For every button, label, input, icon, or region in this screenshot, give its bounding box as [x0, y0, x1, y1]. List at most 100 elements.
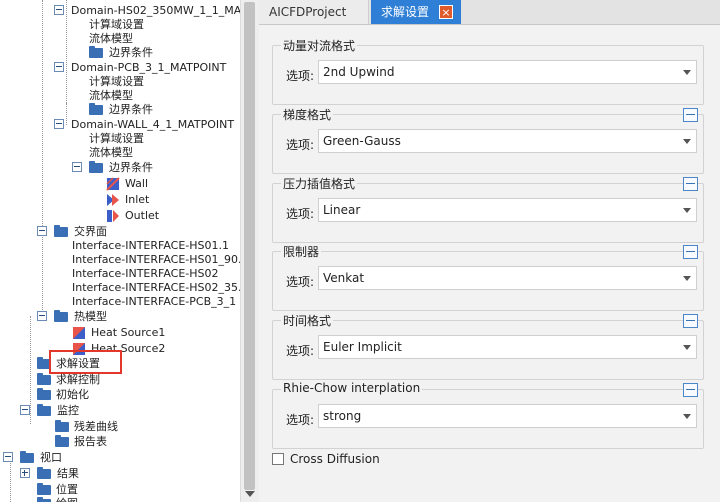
chevron-down-icon[interactable]: [683, 70, 691, 75]
expand-toggle-icon[interactable]: [20, 468, 30, 478]
panel-footer: [259, 496, 720, 502]
tree-item-label: Heat Source1: [91, 326, 166, 339]
tab-label: AICFDProject: [269, 5, 347, 19]
rhie-chow-select[interactable]: strong: [318, 404, 697, 428]
scroll-down-arrow-icon[interactable]: [245, 491, 255, 497]
select-value: Linear: [323, 203, 361, 217]
time-scheme-select[interactable]: Euler Implicit: [318, 335, 697, 359]
tab-label: 求解设置: [381, 5, 430, 19]
select-value: 2nd Upwind: [323, 65, 395, 79]
option-label: 选项:: [286, 275, 315, 289]
project-tree[interactable]: Domain-HS02_350MW_1_1_MA... 计算域设置 流体模型 边…: [0, 0, 240, 502]
option-label: 选项:: [286, 138, 315, 152]
close-icon[interactable]: ×: [439, 5, 453, 19]
group-title: 梯度格式: [281, 106, 334, 123]
gradient-scheme-select[interactable]: Green-Gauss: [318, 129, 697, 153]
collapse-toggle-icon[interactable]: [72, 162, 82, 172]
scrollbar-thumb[interactable]: [244, 2, 255, 490]
limiter-select[interactable]: Venkat: [318, 266, 697, 290]
tree-item-label: Inlet: [125, 193, 150, 206]
folder-icon: [55, 435, 69, 447]
select-value: strong: [323, 409, 362, 423]
tree-item-label: Outlet: [125, 209, 160, 222]
collapse-group-icon[interactable]: [683, 383, 698, 397]
group-title: 限制器: [281, 243, 322, 260]
inlet-boundary-icon: [107, 194, 119, 206]
folder-icon: [89, 161, 103, 173]
collapse-group-icon[interactable]: [683, 108, 698, 122]
collapse-group-icon[interactable]: [683, 177, 698, 191]
chevron-down-icon[interactable]: [683, 414, 691, 419]
folder-icon: [20, 451, 34, 463]
select-value: Green-Gauss: [323, 134, 401, 148]
folder-icon: [37, 388, 51, 400]
tree-item-label: Interface-INTERFACE-PCB_3_1: [72, 295, 237, 308]
tree-item-label: Wall: [125, 177, 149, 190]
collapse-group-icon[interactable]: [683, 314, 698, 328]
outlet-boundary-icon: [107, 210, 119, 222]
collapse-toggle-icon[interactable]: [37, 226, 47, 236]
collapse-toggle-icon[interactable]: [54, 119, 64, 129]
group-title: 时间格式: [281, 312, 334, 329]
checkbox-box[interactable]: [272, 453, 284, 465]
collapse-toggle-icon[interactable]: [20, 405, 30, 415]
checkbox-label: Cross Diffusion: [290, 452, 380, 466]
tree-item-label: 残差曲线: [74, 420, 118, 433]
group-title: 压力插值格式: [281, 175, 358, 192]
folder-icon: [54, 310, 68, 322]
collapse-group-icon[interactable]: [683, 245, 698, 259]
tree-guide: [66, 103, 67, 125]
option-label: 选项:: [286, 413, 315, 427]
pressure-interpolation-select[interactable]: Linear: [318, 198, 697, 222]
group-limiter: 限制器 选项: Venkat: [272, 243, 704, 311]
tree-item-label: 初始化: [56, 388, 89, 401]
tab-bar: AICFDProject 求解设置 ×: [259, 0, 720, 25]
momentum-scheme-select[interactable]: 2nd Upwind: [318, 60, 697, 84]
tree-item-label: 流体模型: [89, 146, 133, 159]
tree-guide: [30, 316, 31, 424]
collapse-toggle-icon[interactable]: [37, 311, 47, 321]
tree-item-label: 边界条件: [109, 46, 153, 59]
chevron-down-icon[interactable]: [683, 276, 691, 281]
group-gradient-scheme: 梯度格式 选项: Green-Gauss: [272, 106, 704, 174]
wall-boundary-icon: [106, 177, 120, 191]
folder-icon: [37, 404, 51, 416]
folder-icon: [37, 373, 51, 385]
option-label: 选项:: [286, 69, 315, 83]
tree-scrollbar[interactable]: [240, 0, 259, 502]
folder-icon: [89, 46, 103, 58]
folder-icon: [37, 467, 51, 479]
tree-item-label: 视口: [40, 451, 62, 464]
tree-item-label: 报告表: [74, 435, 107, 448]
tree-item-label: 边界条件: [109, 161, 153, 174]
tree-item-label: 热模型: [74, 310, 107, 323]
heat-source-icon: [73, 327, 85, 339]
tree-item-label: 监控: [57, 404, 79, 417]
tree-item-label: 绘图: [56, 496, 78, 502]
group-time-scheme: 时间格式 选项: Euler Implicit: [272, 312, 704, 380]
tab-solver-settings[interactable]: 求解设置 ×: [371, 0, 461, 24]
folder-icon: [54, 225, 68, 237]
tree-guide: [10, 456, 11, 502]
group-pressure-interpolation: 压力插值格式 选项: Linear: [272, 175, 704, 243]
option-label: 选项:: [286, 207, 315, 221]
folder-icon: [37, 483, 51, 495]
collapse-toggle-icon[interactable]: [54, 62, 64, 72]
chevron-down-icon[interactable]: [683, 208, 691, 213]
group-momentum-convection: 动量对流格式 选项: 2nd Upwind: [272, 37, 704, 105]
folder-icon: [55, 420, 69, 432]
tree-guide: [66, 0, 67, 103]
select-value: Venkat: [323, 271, 365, 285]
solver-settings-panel: AICFDProject 求解设置 × 动量对流格式 选项: 2nd Upwin…: [259, 0, 720, 502]
group-title: 动量对流格式: [281, 37, 358, 54]
chevron-down-icon[interactable]: [683, 345, 691, 350]
tree-guide: [42, 0, 43, 316]
option-label: 选项:: [286, 344, 315, 358]
collapse-toggle-icon[interactable]: [3, 452, 13, 462]
group-title: Rhie-Chow interplation: [281, 381, 423, 395]
tree-item-label: 结果: [57, 467, 79, 480]
tab-aicfd-project[interactable]: AICFDProject: [259, 0, 369, 24]
chevron-down-icon[interactable]: [683, 139, 691, 144]
collapse-toggle-icon[interactable]: [54, 5, 64, 15]
highlight-box: [49, 350, 122, 374]
